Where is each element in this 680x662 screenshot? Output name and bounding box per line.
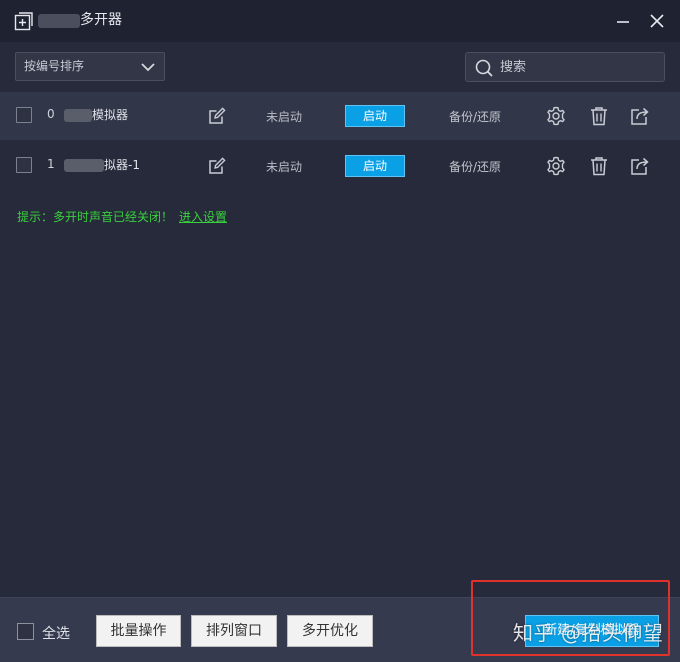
select-all-label: 全选 bbox=[42, 626, 70, 642]
multi-optimize-button[interactable]: 多开优化 bbox=[287, 615, 373, 647]
sound-hint-text: 提示：多开时声音已经关闭！ bbox=[17, 210, 174, 224]
title-redacted bbox=[38, 14, 80, 28]
select-all-checkbox[interactable] bbox=[17, 623, 34, 640]
search-box[interactable] bbox=[465, 52, 665, 82]
edit-icon[interactable] bbox=[207, 156, 227, 176]
row-index: 1 bbox=[47, 157, 55, 171]
close-icon[interactable] bbox=[648, 12, 666, 30]
emulator-row[interactable]: 0 模拟器 未启动 启动 备份/还原 bbox=[0, 92, 680, 140]
row-checkbox[interactable] bbox=[16, 157, 32, 173]
share-icon[interactable] bbox=[629, 105, 651, 127]
sort-dropdown[interactable]: 按编号排序 bbox=[15, 52, 165, 81]
arrange-windows-button[interactable]: 排列窗口 bbox=[191, 615, 277, 647]
window-title: 多开器 bbox=[80, 12, 122, 28]
emulator-row[interactable]: 1 拟器-1 未启动 启动 备份/还原 bbox=[0, 142, 680, 190]
search-input[interactable] bbox=[500, 57, 650, 77]
multi-window-icon bbox=[14, 12, 33, 31]
chevron-down-icon bbox=[141, 63, 155, 72]
settings-link[interactable]: 进入设置 bbox=[179, 208, 227, 225]
backup-restore-link[interactable]: 备份/还原 bbox=[449, 108, 501, 125]
gear-icon[interactable] bbox=[545, 105, 567, 127]
edit-icon[interactable] bbox=[207, 106, 227, 126]
title-bar: 多开器 bbox=[0, 0, 680, 42]
row-status: 未启动 bbox=[266, 160, 303, 174]
watermark-text: 知乎 @抬头仰望 bbox=[513, 621, 664, 645]
share-icon[interactable] bbox=[629, 155, 651, 177]
trash-icon[interactable] bbox=[588, 155, 610, 177]
row-name: 拟器-1 bbox=[104, 158, 140, 172]
backup-restore-link[interactable]: 备份/还原 bbox=[449, 158, 501, 175]
row-name: 模拟器 bbox=[92, 108, 129, 122]
gear-icon[interactable] bbox=[545, 155, 567, 177]
name-redacted bbox=[64, 159, 104, 172]
batch-operation-button[interactable]: 批量操作 bbox=[96, 615, 181, 647]
minimize-icon[interactable] bbox=[614, 12, 632, 30]
row-status: 未启动 bbox=[266, 110, 303, 124]
row-index: 0 bbox=[47, 107, 55, 121]
toolbar: 按编号排序 bbox=[0, 42, 680, 90]
trash-icon[interactable] bbox=[588, 105, 610, 127]
name-redacted bbox=[64, 109, 92, 122]
start-button[interactable]: 启动 bbox=[345, 105, 405, 127]
start-button[interactable]: 启动 bbox=[345, 155, 405, 177]
row-checkbox[interactable] bbox=[16, 107, 32, 123]
sort-selected-label: 按编号排序 bbox=[24, 59, 85, 73]
search-icon bbox=[475, 59, 493, 77]
